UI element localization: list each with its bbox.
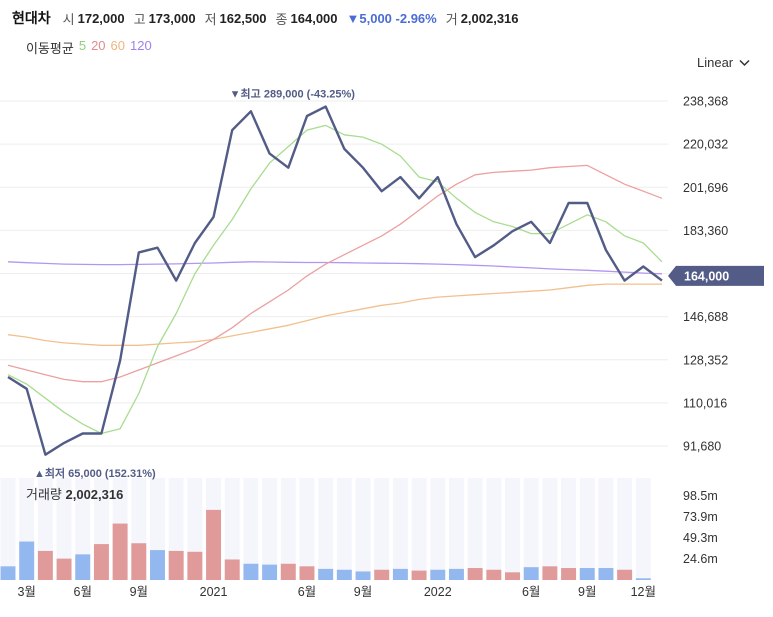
volume-bar: [336, 569, 352, 580]
volume-bar: [93, 544, 109, 580]
x-tick-label: 6월: [74, 585, 92, 599]
volume-tick-label: 73.9m: [683, 510, 718, 524]
volume-label: 거래량 2,002,316: [26, 487, 123, 502]
max-annotation: ▼최고 289,000 (-43.25%): [230, 87, 356, 101]
volume-bar: [579, 568, 595, 580]
volume-bar: [374, 569, 390, 580]
volume-band: [467, 478, 483, 580]
volume-band: [505, 478, 520, 580]
y-tick-label: 128,352: [683, 353, 728, 367]
volume-tick-label: 98.5m: [683, 489, 718, 503]
volume-bar: [187, 551, 203, 580]
volume-band: [318, 478, 334, 580]
volume-label-text: 거래량: [26, 487, 66, 502]
x-tick-label: 6월: [298, 585, 316, 599]
volume-bar: [318, 568, 334, 580]
volume-bar: [617, 569, 633, 580]
volume-band: [561, 478, 577, 580]
y-tick-label: 220,032: [683, 138, 728, 152]
volume-band: [299, 478, 315, 580]
y-tick-label: 91,680: [683, 440, 721, 454]
volume-band: [523, 478, 539, 580]
x-tick-label: 9월: [354, 585, 372, 599]
volume-bar: [299, 566, 315, 580]
ma60-line: [7, 283, 662, 346]
volume-bar: [430, 569, 446, 580]
volume-bar: [56, 558, 72, 580]
volume-bar: [19, 541, 35, 580]
volume-band: [374, 478, 390, 580]
volume-band: [579, 478, 595, 580]
volume-band: [0, 478, 16, 580]
volume-bar: [243, 563, 259, 580]
volume-bar: [411, 570, 427, 580]
volume-band: [430, 478, 446, 580]
volume-bar: [37, 550, 53, 580]
volume-bar: [467, 568, 483, 580]
volume-label-value: 2,002,316: [66, 487, 124, 502]
y-tick-label: 201,696: [683, 181, 728, 195]
volume-bar: [598, 568, 614, 580]
y-tick-label: 110,016: [683, 396, 727, 410]
y-tick-label: 238,368: [683, 95, 728, 109]
volume-bar: [224, 559, 240, 580]
volume-band: [598, 478, 614, 580]
x-tick-label: 2021: [200, 585, 228, 599]
stock-chart[interactable]: 238,368 220,032 201,696 183,360 164,000 146,6…: [0, 0, 773, 617]
volume-bar: [635, 578, 651, 580]
volume-band: [542, 478, 558, 580]
current-price-label: 164,000: [684, 269, 729, 283]
volume-bar: [523, 567, 539, 580]
volume-bar: [262, 564, 278, 580]
x-tick-label: 2022: [424, 585, 452, 599]
y-tick-label: 183,360: [683, 224, 728, 238]
volume-bar: [505, 572, 520, 580]
x-tick-label: 12월: [631, 585, 656, 599]
volume-bar: [448, 568, 464, 580]
volume-band: [448, 478, 464, 580]
x-tick-label: 9월: [578, 585, 596, 599]
x-tick-label: 6월: [522, 585, 540, 599]
volume-bar: [280, 563, 296, 580]
volume-bar: [542, 566, 558, 580]
volume-bar: [206, 509, 222, 580]
min-annotation: ▲최저 65,000 (152.31%): [34, 466, 156, 480]
volume-bar: [355, 571, 371, 580]
x-tick-label: 9월: [130, 585, 148, 599]
volume-tick-label: 49.3m: [683, 531, 718, 545]
ma120-line: [7, 261, 663, 275]
volume-bar: [486, 569, 502, 580]
volume-band: [336, 478, 352, 580]
y-tick-label: 146,688: [683, 310, 728, 324]
volume-bar: [75, 554, 91, 580]
x-tick-label: 3월: [17, 585, 35, 599]
volume-bar: [392, 568, 408, 580]
volume-bar: [0, 566, 16, 580]
volume-band: [392, 478, 408, 580]
volume-bar: [150, 550, 165, 580]
volume-band: [355, 478, 371, 580]
ma5-line: [7, 124, 663, 435]
volume-band: [486, 478, 502, 580]
volume-bar: [561, 568, 577, 580]
volume-band: [635, 478, 651, 580]
volume-bar: [131, 543, 147, 580]
volume-band: [617, 478, 633, 580]
volume-band: [411, 478, 427, 580]
volume-tick-label: 24.6m: [683, 552, 718, 566]
volume-bar: [112, 523, 128, 580]
volume-bar: [168, 550, 184, 580]
